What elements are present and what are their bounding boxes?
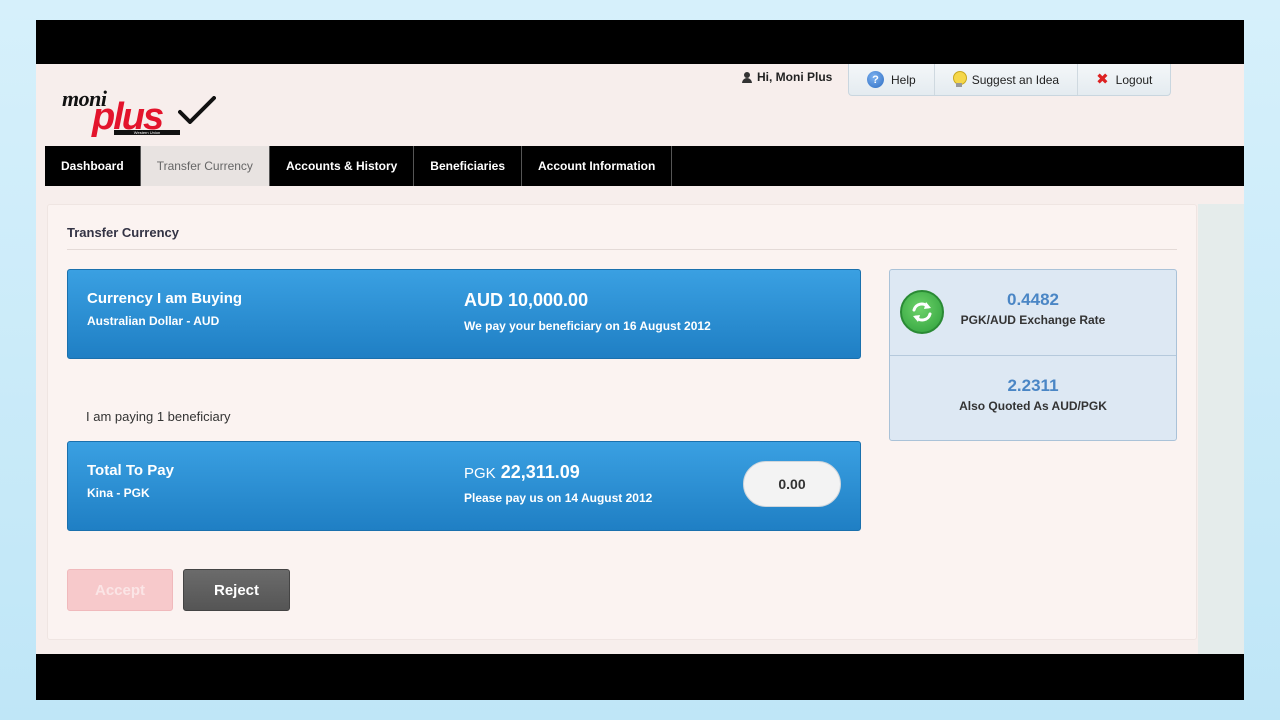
buying-date-text: We pay your beneficiary on 16 August 201… [464,319,711,333]
page-title: Transfer Currency [67,225,179,240]
total-currency-code: PGK [464,465,496,482]
currency-buying-box: Currency I am Buying Australian Dollar -… [67,269,861,359]
total-date-text: Please pay us on 14 August 2012 [464,491,653,505]
user-greeting: Hi, Moni Plus [742,70,832,84]
nav-beneficiaries[interactable]: Beneficiaries [414,146,523,186]
buying-amount: AUD 10,000.00 [464,290,589,310]
help-button[interactable]: ? Help [849,64,935,95]
secondary-rate-label: Also Quoted As AUD/PGK [959,399,1107,413]
rate-divider [890,355,1176,356]
nav-dashboard[interactable]: Dashboard [45,146,141,186]
suggest-label: Suggest an Idea [971,72,1060,87]
logo-tagline: Western Union [114,130,180,135]
secondary-rate-value: 2.2311 [1007,376,1059,395]
buying-currency-name: Australian Dollar - AUD [87,314,220,328]
checkmark-icon [178,96,216,124]
total-to-pay-box: Total To Pay Kina - PGK PGK 22,311.09 Pl… [67,441,861,531]
title-divider [67,249,1177,250]
nav-transfer-currency[interactable]: Transfer Currency [140,146,270,186]
nav-accounts-history[interactable]: Accounts & History [270,146,415,186]
help-icon: ? [867,71,884,88]
logout-x-icon: ✖ [1096,71,1109,88]
total-amount-value: 22,311.09 [500,462,580,482]
side-shade [1198,204,1244,654]
primary-rate-label: PGK/AUD Exchange Rate [960,313,1106,327]
accept-button[interactable]: Accept [67,569,173,611]
reject-button[interactable]: Reject [183,569,290,611]
primary-rate-value: 0.4482 [1007,290,1059,309]
exchange-rate-box: 0.4482 PGK/AUD Exchange Rate 2.2311 Also… [889,269,1177,441]
top-black-bar [36,20,1244,64]
top-toolbar: ? Help Suggest an Idea ✖ Logout [848,64,1172,96]
beneficiary-count-text: I am paying 1 beneficiary [86,409,231,424]
app-frame: moni plus Western Union Hi, Moni Plus ? … [36,20,1244,700]
transfer-panel: Transfer Currency Currency I am Buying A… [47,204,1197,640]
logout-button[interactable]: ✖ Logout [1078,64,1170,95]
total-currency-name: Kina - PGK [87,486,150,500]
main-nav: Dashboard Transfer Currency Accounts & H… [45,146,1244,186]
lightbulb-icon [952,71,967,88]
greeting-text: Hi, Moni Plus [757,70,833,84]
help-label: Help [891,72,916,87]
suggest-idea-button[interactable]: Suggest an Idea [935,64,1079,95]
total-title: Total To Pay [87,462,174,479]
fee-value-pill[interactable]: 0.00 [743,461,841,507]
logout-label: Logout [1115,72,1153,87]
buying-title: Currency I am Buying [87,290,243,307]
moniplus-logo[interactable]: moni plus Western Union [60,84,220,140]
nav-account-information[interactable]: Account Information [522,146,673,186]
bottom-black-bar [36,654,1244,700]
user-icon [742,71,752,83]
total-amount: PGK 22,311.09 [464,462,580,483]
